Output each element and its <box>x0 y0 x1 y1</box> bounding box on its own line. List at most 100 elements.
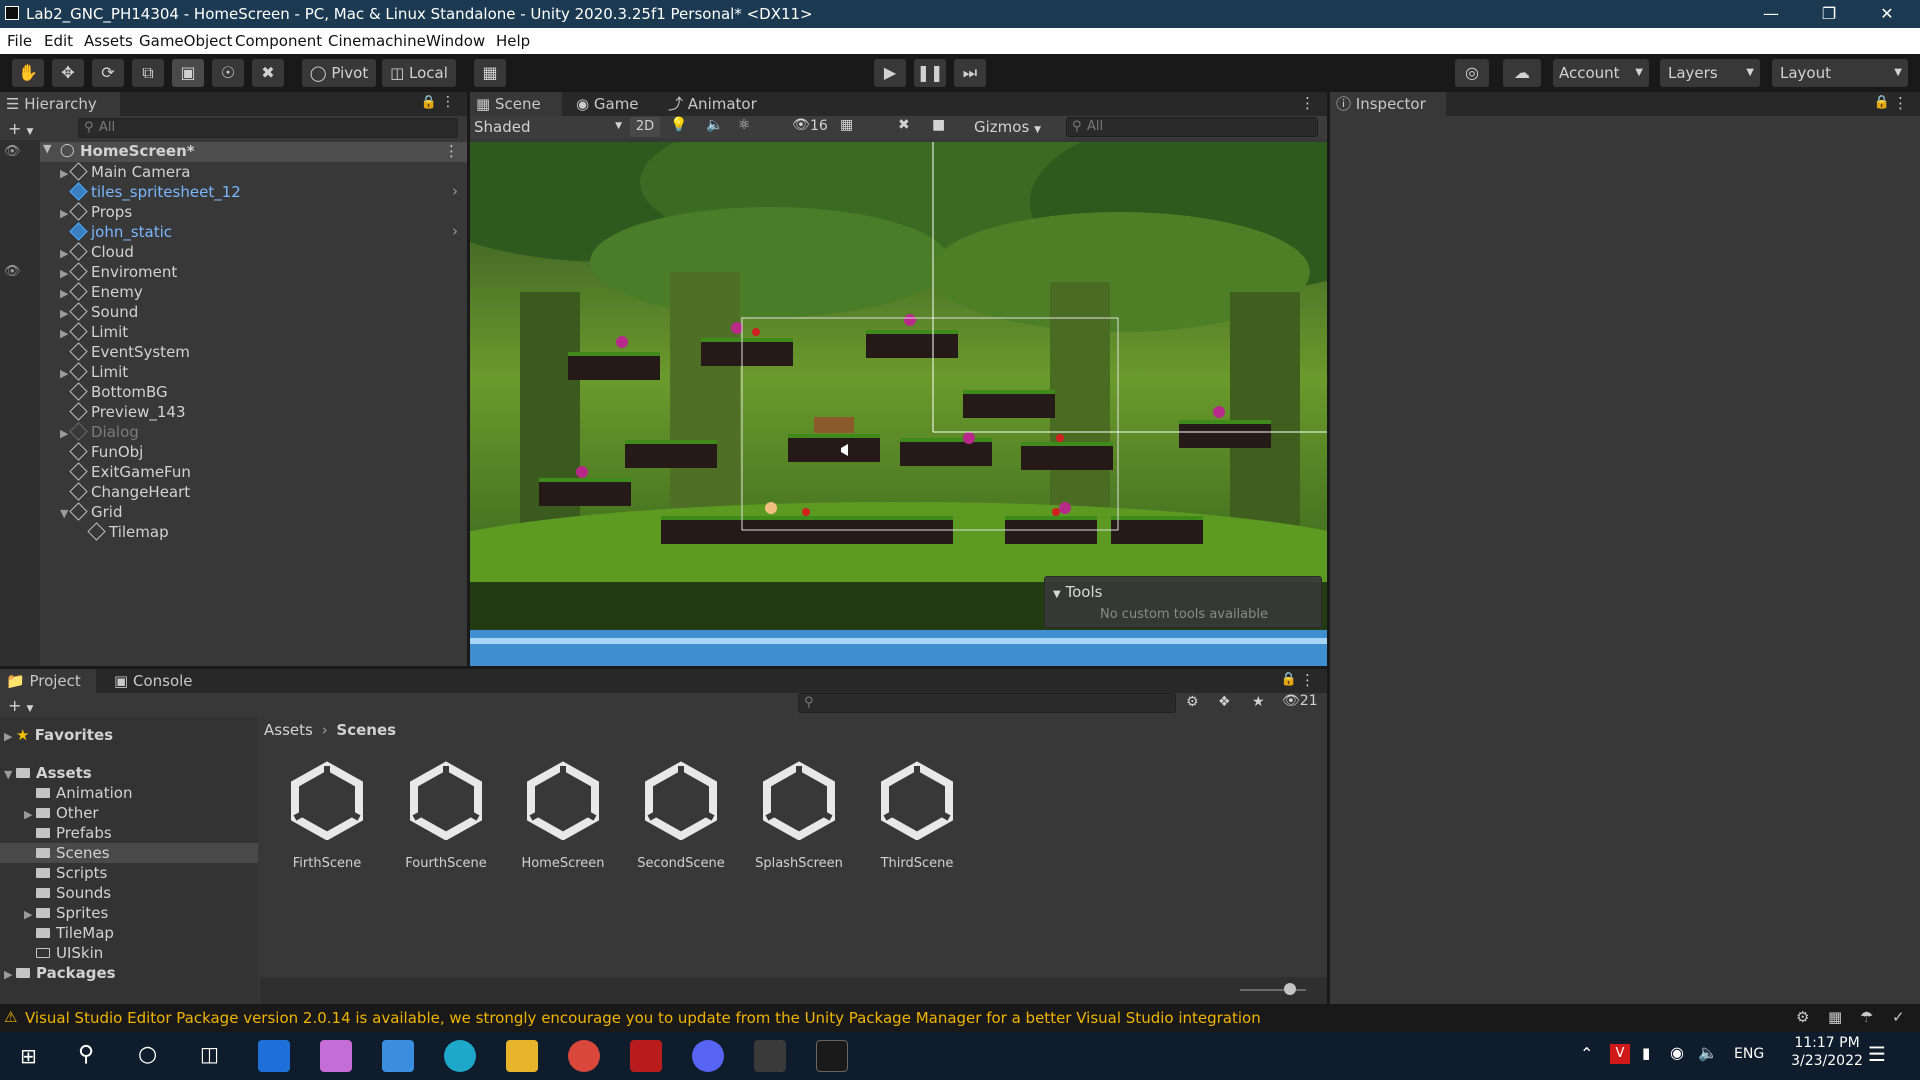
discord-icon[interactable] <box>692 1040 724 1072</box>
language-indicator[interactable]: ENG <box>1734 1046 1764 1062</box>
lighting-icon[interactable]: 💡 <box>670 117 687 133</box>
scene-search-input[interactable]: ⚲ All <box>1066 117 1318 137</box>
chevron-right-icon[interactable]: › <box>452 222 458 240</box>
file-explorer-icon[interactable] <box>506 1040 538 1072</box>
eye-icon[interactable]: 👁 <box>4 144 21 159</box>
tab-hierarchy[interactable]: ☰ Hierarchy <box>0 92 120 116</box>
more-options-icon[interactable]: ⋮ <box>1300 94 1315 112</box>
lock-icon[interactable]: 🔒 <box>1281 672 1297 687</box>
notification-icon[interactable]: ☰ <box>1868 1042 1886 1066</box>
progress-check-icon[interactable]: ✓ <box>1892 1008 1905 1026</box>
battery-icon[interactable]: ▮ <box>1642 1044 1650 1062</box>
chevron-right-icon[interactable]: › <box>452 182 458 200</box>
scene-row[interactable]: ▼ ◯ HomeScreen* ⋮ <box>40 142 467 162</box>
grid-icon[interactable]: ▦ <box>840 117 853 133</box>
scale-tool-icon[interactable]: ⧉ <box>132 59 164 87</box>
more-options-icon[interactable]: ⋮ <box>444 142 459 160</box>
tab-scene[interactable]: ▦ Scene <box>470 92 562 116</box>
minimize-button[interactable]: — <box>1742 0 1800 28</box>
folder-item[interactable]: Scripts <box>24 863 107 883</box>
hierarchy-item[interactable]: ▶ Enviroment <box>60 262 177 282</box>
tab-inspector[interactable]: ⓘ Inspector <box>1330 92 1446 116</box>
menu-cinemachine[interactable]: Cinemachine <box>328 32 426 50</box>
play-button[interactable]: ▶ <box>874 59 906 87</box>
chrome-icon[interactable] <box>568 1040 600 1072</box>
app-cube-icon[interactable] <box>320 1040 352 1072</box>
audio-icon[interactable]: 🔈 <box>706 117 723 133</box>
zoom-slider-handle[interactable] <box>1284 983 1296 995</box>
transform-tool-icon[interactable]: ☉ <box>212 59 244 87</box>
scene-asset[interactable]: HomeScreen <box>508 760 618 871</box>
menu-edit[interactable]: Edit <box>44 32 73 50</box>
hierarchy-item[interactable]: Preview_143 <box>60 402 186 422</box>
folder-item[interactable]: Prefabs <box>24 823 112 843</box>
folder-item[interactable]: UISkin <box>24 943 103 963</box>
clock[interactable]: 11:17 PM 3/23/2022 <box>1782 1035 1872 1069</box>
local-toggle[interactable]: ◫ Local <box>382 59 456 87</box>
hierarchy-search-input[interactable]: ⚲ All <box>78 118 458 138</box>
add-object-button[interactable]: + ▼ <box>8 119 33 138</box>
edge-icon[interactable] <box>444 1040 476 1072</box>
scene-asset[interactable]: FirthScene <box>272 760 382 871</box>
create-asset-button[interactable]: + ▼ <box>8 696 33 715</box>
network-icon[interactable]: ◉ <box>1670 1043 1684 1062</box>
cloud-icon[interactable]: ☁ <box>1503 59 1541 87</box>
hierarchy-item[interactable]: EventSystem <box>60 342 190 362</box>
grid-snap-icon[interactable]: ▦ <box>474 59 506 87</box>
effects-icon[interactable]: ⚛ <box>738 117 751 133</box>
zoom-slider-track[interactable] <box>1240 989 1306 991</box>
hierarchy-item[interactable]: ▼ Grid <box>60 502 122 522</box>
scene-asset[interactable]: SecondScene <box>626 760 736 871</box>
collab-icon[interactable]: ◎ <box>1455 59 1489 87</box>
task-view-icon[interactable]: ◫ <box>200 1042 219 1066</box>
hierarchy-item[interactable]: john_static <box>60 222 172 242</box>
more-options-icon[interactable]: ⋮ <box>1893 94 1908 112</box>
assets-root-item[interactable]: ▼ Assets <box>4 763 92 783</box>
mail-icon[interactable] <box>382 1040 414 1072</box>
filter-by-label-icon[interactable]: ❖ <box>1218 694 1231 710</box>
scene-asset[interactable]: ThirdScene <box>862 760 972 871</box>
menu-help[interactable]: Help <box>496 32 530 50</box>
packages-item[interactable]: ▶ Packages <box>4 963 116 983</box>
debug-icon[interactable]: ⚙ <box>1796 1008 1809 1026</box>
store-icon[interactable] <box>258 1040 290 1072</box>
hidden-packages-toggle[interactable]: 👁21 <box>1282 693 1322 713</box>
shading-dropdown[interactable]: Shaded ▼ <box>474 118 622 136</box>
hierarchy-item[interactable]: Tilemap <box>78 522 169 542</box>
status-message[interactable]: Visual Studio Editor Package version 2.0… <box>25 1009 1261 1027</box>
hierarchy-item[interactable]: ▶ Dialog <box>60 422 139 442</box>
tab-console[interactable]: ▣ Console <box>108 669 208 693</box>
layers-dropdown[interactable]: Layers ▼ <box>1660 59 1760 87</box>
lock-icon[interactable]: 🔒 <box>421 95 437 110</box>
tools-overlay-title[interactable]: ▼ Tools <box>1053 583 1102 601</box>
hierarchy-item[interactable]: ▶ Cloud <box>60 242 134 262</box>
unity-hub-icon[interactable] <box>754 1040 786 1072</box>
unity-editor-icon[interactable] <box>816 1040 848 1072</box>
menu-gameobject[interactable]: GameObject <box>139 32 233 50</box>
favorites-item[interactable]: ▶ ★ Favorites <box>4 725 113 745</box>
hierarchy-item[interactable]: ▶ Limit <box>60 362 128 382</box>
auto-generate-lighting-icon[interactable]: ☂ <box>1860 1008 1873 1026</box>
more-options-icon[interactable]: ⋮ <box>1300 671 1315 689</box>
folder-item[interactable]: ▶ Sprites <box>24 903 108 923</box>
hierarchy-item[interactable]: ▶ Limit <box>60 322 128 342</box>
pivot-toggle[interactable]: ◯ Pivot <box>302 59 376 87</box>
windows-start-icon[interactable]: ⊞ <box>20 1046 40 1066</box>
menu-window[interactable]: Window <box>426 32 485 50</box>
hand-tool-icon[interactable]: ✋ <box>12 59 44 87</box>
close-button[interactable]: ✕ <box>1858 0 1916 28</box>
filter-by-type-icon[interactable]: ⚙ <box>1186 694 1199 710</box>
breadcrumb-scenes[interactable]: Scenes <box>336 721 396 739</box>
more-options-icon[interactable]: ⋮ <box>441 94 455 110</box>
hierarchy-item[interactable]: FunObj <box>60 442 143 462</box>
volume-icon[interactable]: 🔈 <box>1698 1043 1718 1062</box>
menu-component[interactable]: Component <box>235 32 322 50</box>
hierarchy-item[interactable]: tiles_spritesheet_12 <box>60 182 241 202</box>
pause-button[interactable]: ❚❚ <box>914 59 946 87</box>
cortana-icon[interactable]: ○ <box>138 1042 157 1067</box>
camera-icon[interactable]: ■ <box>932 117 945 133</box>
tools-icon[interactable]: ✖ <box>898 117 910 133</box>
menu-file[interactable]: File <box>7 32 32 50</box>
hierarchy-item[interactable]: ChangeHeart <box>60 482 190 502</box>
project-search-input[interactable]: ⚲ <box>798 693 1176 713</box>
